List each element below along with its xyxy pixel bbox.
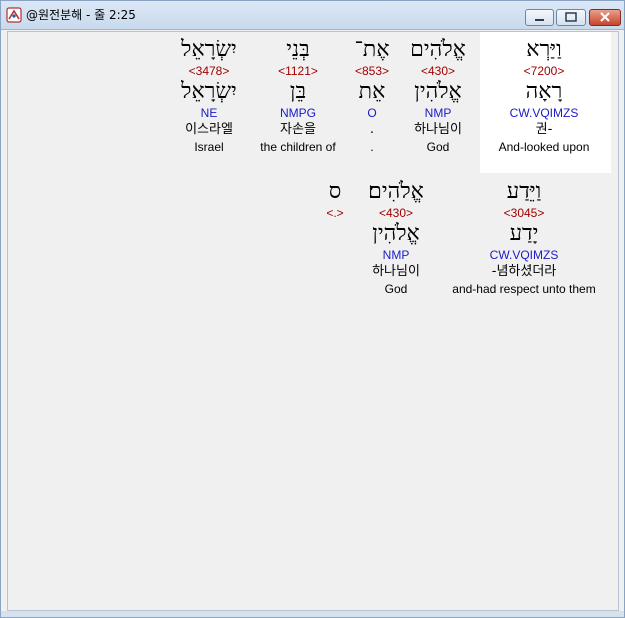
- app-window: @원전분해 - 줄 2:25 וַיַּרְא <7200> רָאָה CW.…: [0, 0, 625, 618]
- strong-number: <1121>: [278, 64, 318, 78]
- english-gloss: Israel: [194, 140, 224, 154]
- hebrew-lemma: אֵת: [358, 79, 386, 104]
- hebrew-lemma: בֵּן: [289, 79, 307, 104]
- morphology-code: NMP: [424, 106, 452, 120]
- minimize-button[interactable]: [525, 9, 554, 26]
- word-card[interactable]: אֱלֹהִים <430> אֱלֹהִין NMP 하나님이 God: [410, 37, 466, 155]
- morphology-code: O: [367, 106, 377, 120]
- morphology-code: CW.VQIMZS: [509, 106, 579, 120]
- close-icon: [600, 12, 610, 22]
- morphology-code: NMP: [382, 248, 410, 262]
- english-gloss: And-looked upon: [498, 140, 590, 154]
- korean-gloss: 자손을: [280, 122, 316, 137]
- english-gloss: God: [384, 282, 408, 296]
- korean-gloss: 권-: [535, 122, 553, 137]
- hebrew-word: בְּנֵי: [286, 37, 310, 62]
- hebrew-word: ס: [328, 179, 342, 204]
- english-gloss: .: [370, 140, 374, 154]
- title-bar[interactable]: @원전분해 - 줄 2:25: [1, 1, 624, 30]
- strong-number: <3045>: [503, 206, 545, 220]
- korean-gloss: -념하셨더라: [491, 264, 557, 279]
- strong-number: <853>: [354, 64, 390, 78]
- minimize-icon: [535, 19, 544, 21]
- word-card[interactable]: ס <.>: [326, 179, 343, 221]
- korean-gloss: 하나님이: [372, 264, 420, 279]
- hebrew-word: אֶת־: [354, 37, 390, 62]
- hebrew-word: אֱלֹהִים׃: [368, 179, 424, 204]
- hebrew-lemma: אֱלֹהִין: [372, 221, 420, 246]
- window-title: @원전분해 - 줄 2:25: [26, 8, 136, 22]
- window-bottom-border: [1, 611, 624, 617]
- word-card[interactable]: בְּנֵי <1121> בֵּן NMPG 자손을 the children…: [260, 37, 335, 155]
- korean-gloss: 하나님이: [414, 122, 462, 137]
- word-card[interactable]: וַיַּרְא <7200> רָאָה CW.VQIMZS 권- And-l…: [499, 37, 590, 155]
- word-card[interactable]: אֱלֹהִים׃ <430> אֱלֹהִין NMP 하나님이 God: [368, 179, 424, 297]
- morphology-code: NMPG: [279, 106, 316, 120]
- maximize-icon: [565, 12, 577, 22]
- strong-number: <.>: [326, 206, 344, 220]
- strong-number: <430>: [420, 64, 456, 78]
- maximize-button[interactable]: [556, 9, 586, 26]
- english-gloss: and-had respect unto them: [452, 282, 596, 296]
- hebrew-lemma: יָדַע: [509, 221, 539, 246]
- hebrew-lemma: רָאָה: [525, 79, 563, 104]
- app-logo-icon: [6, 7, 22, 23]
- hebrew-lemma: יִשְׂרָאֵל: [181, 79, 237, 104]
- english-gloss: the children of: [260, 140, 336, 154]
- hebrew-lemma: אֱלֹהִין: [414, 79, 462, 104]
- strong-number: <430>: [378, 206, 414, 220]
- hebrew-word: יִשְׂרָאֵל: [181, 37, 237, 62]
- korean-gloss: 이스라엘: [185, 122, 233, 137]
- word-card[interactable]: וַיֵּדַע <3045> יָדַע CW.VQIMZS -념하셨더라 a…: [452, 179, 595, 297]
- close-button[interactable]: [589, 9, 621, 26]
- english-gloss: God: [426, 140, 450, 154]
- strong-number: <3478>: [188, 64, 230, 78]
- hebrew-word: אֱלֹהִים: [410, 37, 466, 62]
- strong-number: <7200>: [523, 64, 565, 78]
- hebrew-word: וַיֵּדַע: [506, 179, 542, 204]
- hebrew-word: וַיַּרְא: [526, 37, 562, 62]
- morphology-code: CW.VQIMZS: [489, 248, 559, 262]
- korean-gloss: .: [369, 122, 375, 137]
- morphology-code: NE: [200, 106, 218, 120]
- word-card[interactable]: אֶת־ <853> אֵת O . .: [354, 37, 389, 155]
- word-card[interactable]: יִשְׂרָאֵל <3478> יִשְׂרָאֵל NE 이스라엘 Isr…: [181, 37, 237, 155]
